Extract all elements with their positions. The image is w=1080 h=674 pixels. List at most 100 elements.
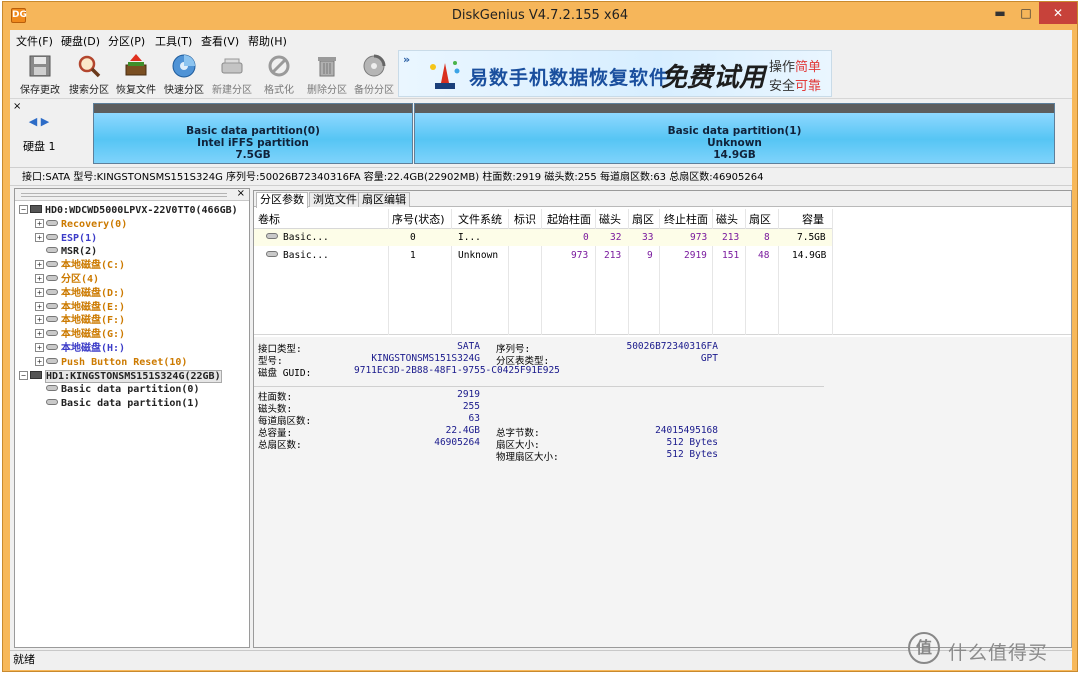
partition-block-1[interactable]: Basic data partition(1) Unknown 14.9GB (414, 103, 1055, 164)
cell-start-cyl: 0 (583, 232, 589, 243)
ad-banner[interactable]: » 易数手机数据恢复软件 免费试用 操作简单 安全可靠 (398, 50, 832, 97)
window-title: DiskGenius V4.7.2.155 x64 (451, 8, 629, 23)
tree-disk-node[interactable]: − HD0:WDCWD5000LPVX-22V0TT0(466GB) (19, 204, 238, 217)
col-divider (388, 209, 389, 335)
tree-partition-node[interactable]: + 分区(4) (35, 273, 99, 286)
col-header-label[interactable]: 卷标 (258, 211, 280, 227)
backup-partition-button[interactable]: 备份分区 (350, 51, 398, 97)
partition-block-0[interactable]: Basic data partition(0) Intel iFFS parti… (93, 103, 413, 164)
menu-file[interactable]: 文件(F) (16, 33, 53, 49)
table-row[interactable]: Basic... 1 Unknown 973 213 9 2919 151 48… (254, 247, 832, 264)
col-header-start-sector[interactable]: 扇区 (632, 211, 654, 227)
tree-pane-grip[interactable] (21, 193, 227, 197)
table-row[interactable]: Basic... 0 I... 0 32 33 973 213 8 7.5GB (254, 229, 832, 246)
menu-help[interactable]: 帮助(H) (248, 33, 287, 49)
tree-node-label: 本地磁盘(F:) (61, 315, 126, 327)
cell-start-head: 213 (604, 250, 622, 261)
tree-disk-node[interactable]: − HD1:KINGSTONSMS151S324G(22GB) (19, 369, 222, 383)
cell-start-head: 32 (610, 232, 622, 243)
cell-fs: I... (458, 232, 481, 243)
partition-icon (46, 219, 58, 226)
guid-label: 磁盘 GUID: (258, 368, 312, 379)
expand-icon[interactable]: + (35, 343, 44, 352)
tree-close-icon[interactable]: × (237, 188, 245, 199)
partition-1-name: Basic data partition(1) (667, 125, 802, 137)
save-changes-button[interactable]: 保存更改 (16, 51, 64, 97)
col-divider (628, 209, 629, 335)
cell-end-head: 213 (722, 232, 740, 243)
col-header-start-head[interactable]: 磁头 (599, 211, 621, 227)
expand-icon[interactable]: + (35, 274, 44, 283)
tree-node-label: 本地磁盘(C:) (61, 260, 126, 272)
col-header-capacity[interactable]: 容量 (802, 211, 824, 227)
col-header-end-head[interactable]: 磁头 (716, 211, 738, 227)
menu-view[interactable]: 查看(V) (201, 33, 239, 49)
minimize-button[interactable]: ▬ (987, 2, 1013, 24)
expand-icon[interactable]: + (35, 287, 44, 297)
expand-icon[interactable]: + (35, 315, 44, 325)
expand-icon[interactable]: + (35, 232, 44, 242)
tree-node-label: 本地磁盘(D:) (61, 287, 126, 299)
menu-disk[interactable]: 硬盘(D) (61, 33, 100, 49)
collapse-icon[interactable]: − (19, 370, 28, 380)
save-icon (27, 53, 53, 79)
new-partition-button[interactable]: 新建分区 (208, 51, 256, 97)
col-header-fs[interactable]: 文件系统 (458, 211, 502, 227)
iface-value: SATA (457, 341, 480, 352)
col-header-index[interactable]: 序号(状态) (392, 211, 445, 227)
tab-browse-files[interactable]: 浏览文件 (309, 192, 361, 207)
tree-partition-node[interactable]: + 本地磁盘(C:) (35, 259, 125, 272)
details-divider (254, 386, 824, 387)
banner-free-trial: 免费试用 (661, 63, 766, 93)
partition-icon (46, 344, 58, 350)
app-window: DG DiskGenius V4.7.2.155 x64 ▬ □ ✕ 文件(F)… (2, 1, 1078, 672)
title-bar[interactable]: DG DiskGenius V4.7.2.155 x64 ▬ □ ✕ (3, 2, 1077, 30)
expand-icon[interactable]: + (35, 301, 44, 311)
expand-icon[interactable]: + (35, 218, 44, 228)
tree-partition-node[interactable]: + Recovery(0) (35, 218, 127, 231)
collapse-icon[interactable]: − (19, 205, 28, 214)
cell-end-cyl: 973 (690, 232, 708, 243)
tree-partition-node[interactable]: + Push Button Reset(10) (35, 356, 187, 369)
tree-pane-header: × (15, 188, 249, 201)
backup-icon (361, 53, 387, 79)
tree-partition-node[interactable]: + 本地磁盘(E:) (35, 301, 125, 314)
close-button[interactable]: ✕ (1039, 2, 1077, 24)
cell-capacity: 7.5GB (797, 232, 826, 243)
menu-partition[interactable]: 分区(P) (108, 33, 145, 49)
tree-partition-node[interactable]: Basic data partition(0) (35, 383, 199, 396)
cell-start-sector: 33 (642, 232, 654, 243)
tree-partition-node[interactable]: + 本地磁盘(F:) (35, 314, 125, 327)
format-label: 格式化 (264, 85, 294, 96)
col-header-end-cyl[interactable]: 终止柱面 (664, 211, 708, 227)
recover-files-button[interactable]: 恢复文件 (112, 51, 160, 97)
col-header-end-sector[interactable]: 扇区 (749, 211, 771, 227)
quick-partition-button[interactable]: 快速分区 (160, 51, 208, 97)
tab-sector-edit[interactable]: 扇区编辑 (358, 192, 410, 207)
tree-partition-node[interactable]: MSR(2) (35, 245, 97, 258)
delete-partition-button[interactable]: 删除分区 (303, 51, 351, 97)
banner-slogan-2: 安全可靠 (769, 79, 822, 94)
disk-map-close-icon[interactable]: × (13, 101, 21, 112)
col-header-flag[interactable]: 标识 (514, 211, 536, 227)
search-partition-button[interactable]: 搜索分区 (65, 51, 113, 97)
tab-bar: 分区参数 浏览文件 扇区编辑 (254, 191, 1071, 208)
expand-icon[interactable]: + (35, 260, 44, 270)
menu-tools[interactable]: 工具(T) (155, 33, 192, 49)
expand-icon[interactable]: + (35, 356, 44, 366)
col-header-start-cyl[interactable]: 起始柱面 (547, 211, 591, 227)
cell-fs: Unknown (458, 250, 499, 261)
tab-partition-params[interactable]: 分区参数 (256, 192, 308, 208)
tree-partition-node[interactable]: + ESP(1) (35, 232, 97, 245)
tree-node-label: 分区(4) (61, 274, 100, 285)
maximize-button[interactable]: □ (1013, 2, 1039, 24)
partition-icon (46, 233, 58, 240)
tree-partition-node[interactable]: + 本地磁盘(D:) (35, 287, 125, 300)
next-disk-icon[interactable]: ▶ (39, 116, 51, 128)
tree-partition-node[interactable]: Basic data partition(1) (35, 397, 199, 410)
tree-partition-node[interactable]: + 本地磁盘(H:) (35, 342, 125, 355)
format-button[interactable]: 格式化 (255, 51, 303, 97)
expand-icon[interactable]: + (35, 329, 44, 339)
tree-partition-node[interactable]: + 本地磁盘(G:) (35, 328, 125, 341)
prev-disk-icon[interactable]: ◀ (27, 116, 39, 128)
